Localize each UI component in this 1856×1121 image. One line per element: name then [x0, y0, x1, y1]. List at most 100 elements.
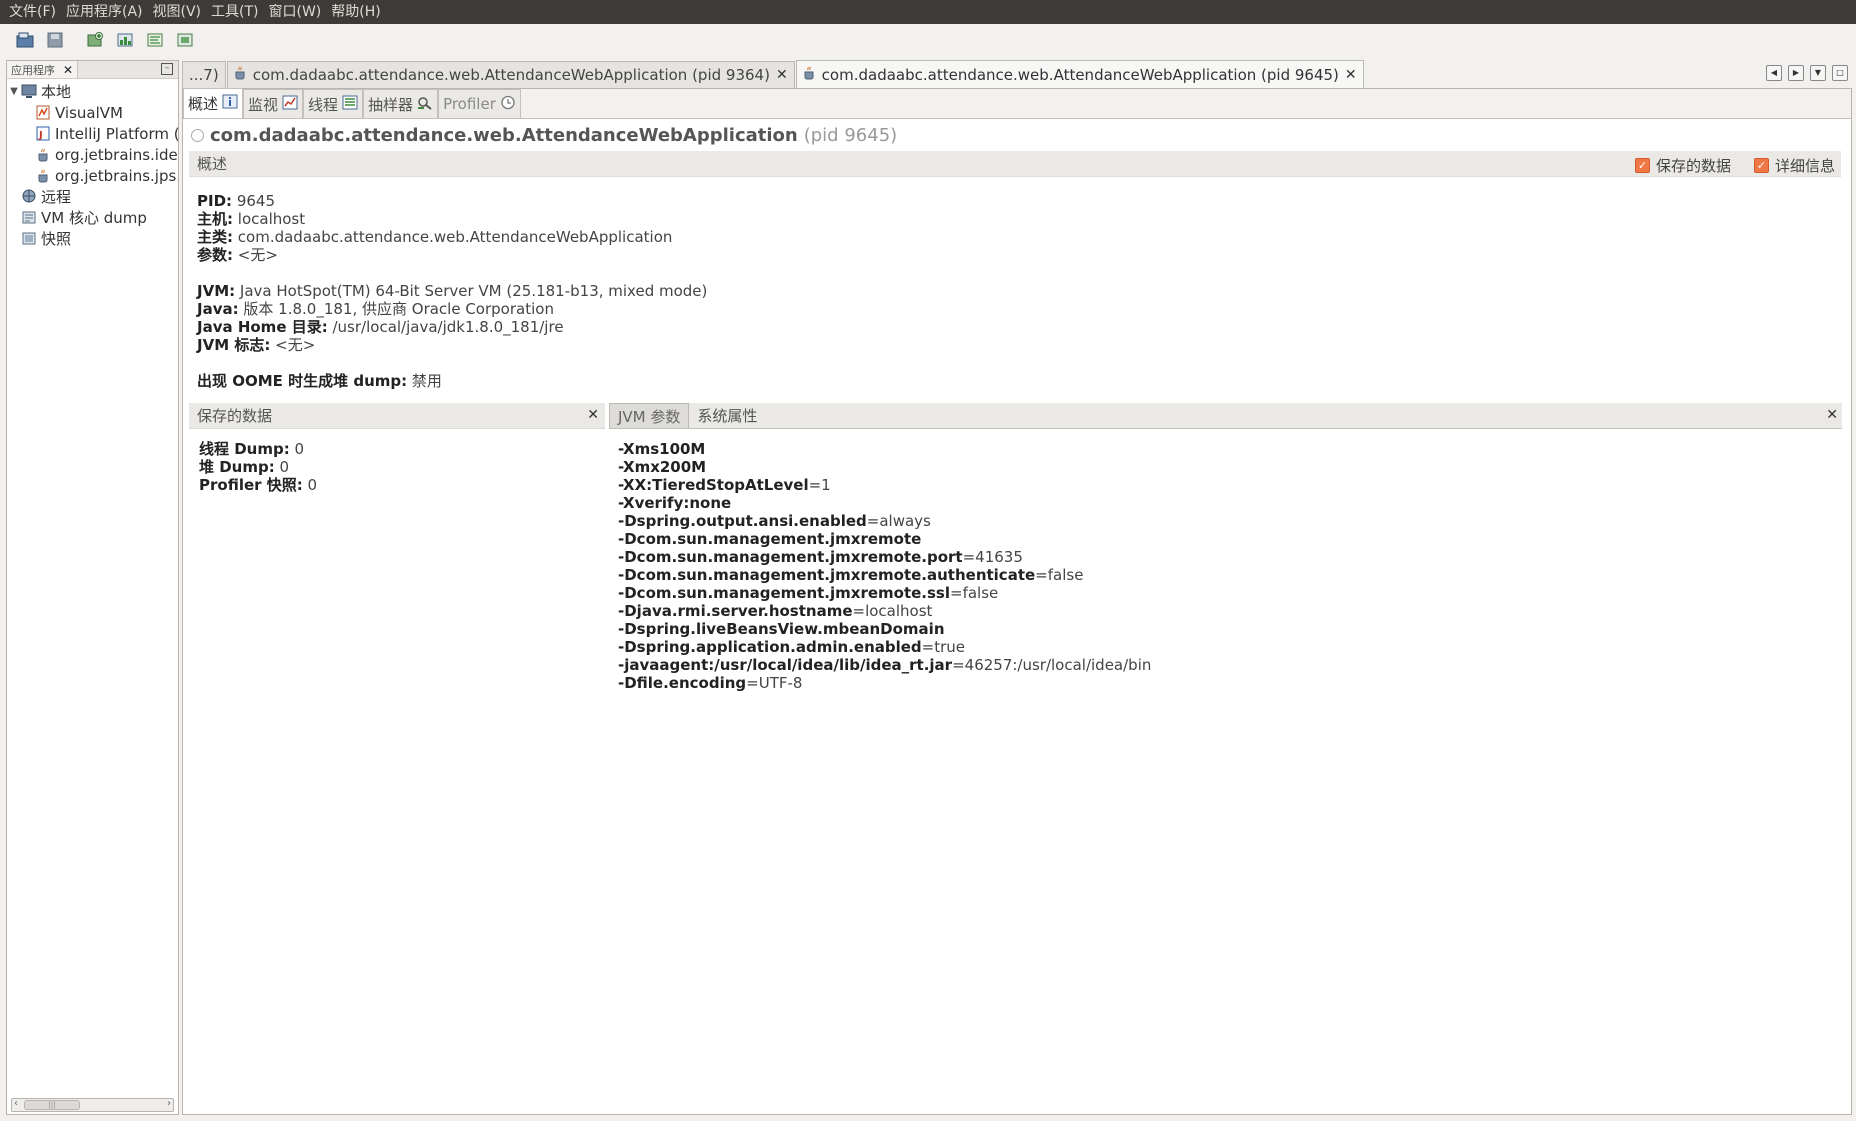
- jvm-arg-key: -Dspring.liveBeansView.mbeanDomain: [618, 620, 945, 638]
- tree-label-snapshots: 快照: [41, 230, 72, 248]
- menu-applications[interactable]: 应用程序(A): [61, 0, 148, 24]
- scroll-tabs-left-icon[interactable]: ◀: [1766, 65, 1782, 81]
- applications-tree: ▼ 本地 VisualVM J IntelliJ Platform ( org.…: [7, 79, 178, 249]
- pid-label: PID:: [197, 192, 233, 210]
- minimize-icon[interactable]: –: [161, 63, 173, 75]
- java-row: Java: 版本 1.8.0_181, 供应商 Oracle Corporati…: [197, 300, 707, 318]
- jvm-arg-row: -XX:TieredStopAtLevel=1: [618, 476, 1151, 494]
- applications-panel-tab[interactable]: 应用程序 ✕: [7, 61, 79, 78]
- close-icon[interactable]: ✕: [776, 67, 788, 83]
- close-icon[interactable]: ✕: [1826, 407, 1838, 423]
- doc-tab-overflow[interactable]: ...7): [182, 61, 226, 88]
- java-value: 版本 1.8.0_181, 供应商 Oracle Corporation: [243, 300, 554, 318]
- scroll-left-icon[interactable]: ‹: [14, 1098, 18, 1109]
- profiler-clock-icon: [500, 95, 516, 114]
- app-title: com.dadaabc.attendance.web.AttendanceWeb…: [210, 124, 798, 146]
- jvm-arg-row: -Dcom.sun.management.jmxremote: [618, 530, 1151, 548]
- save-icon[interactable]: [44, 29, 66, 51]
- thread-dump-icon[interactable]: [144, 29, 166, 51]
- scroll-right-icon[interactable]: ›: [167, 1098, 171, 1109]
- details-checkbox[interactable]: ✓ 详细信息: [1753, 155, 1835, 176]
- tree-node-local[interactable]: ▼ 本地: [7, 81, 178, 102]
- tree-node-snapshots[interactable]: 快照: [7, 228, 178, 249]
- tab-overview[interactable]: 概述: [183, 88, 244, 118]
- svg-text:J: J: [38, 130, 43, 141]
- args-value: <无>: [237, 246, 278, 264]
- jvm-arg-value: =true: [921, 638, 966, 656]
- jvm-arg-key: -Xverify:none: [618, 494, 732, 512]
- oome-row: 出现 OOME 时生成堆 dump: 禁用: [197, 372, 707, 390]
- tab-system-properties[interactable]: 系统属性: [689, 403, 765, 428]
- monitor-chart-icon: [282, 95, 298, 114]
- tab-jvm-args[interactable]: JVM 参数: [609, 403, 690, 428]
- tab-profiler[interactable]: Profiler: [438, 89, 521, 118]
- tab-list-dropdown-icon[interactable]: ▼: [1810, 65, 1826, 81]
- close-icon[interactable]: ✕: [1345, 67, 1357, 83]
- open-icon[interactable]: [14, 29, 36, 51]
- scrollbar-thumb[interactable]: |||: [24, 1100, 80, 1110]
- tree-node-visualvm[interactable]: VisualVM: [7, 102, 178, 123]
- jvm-arg-key: -Dcom.sun.management.jmxremote.port: [618, 548, 963, 566]
- jvm-arg-value: =41635: [962, 548, 1023, 566]
- doc-tab-pid-9364[interactable]: com.dadaabc.attendance.web.AttendanceWeb…: [226, 61, 795, 88]
- tab-system-properties-label: 系统属性: [697, 407, 758, 425]
- add-jmx-icon[interactable]: [84, 29, 106, 51]
- main-class-row: 主类: com.dadaabc.attendance.web.Attendanc…: [197, 228, 707, 246]
- jvm-arg-row: -Xmx200M: [618, 458, 1151, 476]
- remote-host-icon: [21, 189, 37, 205]
- jvm-value: Java HotSpot(TM) 64-Bit Server VM (25.18…: [239, 282, 708, 300]
- overview-info: PID: 9645 主机: localhost 主类: com.dadaabc.…: [197, 192, 707, 390]
- tab-overview-label: 概述: [188, 95, 219, 113]
- tree-label-visualvm: VisualVM: [55, 103, 123, 122]
- menu-view[interactable]: 视图(V): [148, 0, 207, 24]
- jvm-arg-key: -Xms100M: [618, 440, 706, 458]
- overview-section-title: 概述: [197, 155, 228, 173]
- menu-help[interactable]: 帮助(H): [326, 0, 385, 24]
- tab-sampler[interactable]: 抽样器: [363, 89, 439, 118]
- jvm-arg-key: -Dcom.sun.management.jmxremote: [618, 530, 922, 548]
- toolbar: [0, 24, 1856, 56]
- threads-icon: [342, 95, 358, 114]
- maximize-icon[interactable]: □: [1832, 65, 1848, 81]
- thread-dump-row: 线程 Dump: 0: [199, 440, 317, 458]
- jvm-arg-row: -Dspring.application.admin.enabled=true: [618, 638, 1151, 656]
- tab-monitor[interactable]: 监视: [243, 89, 304, 118]
- tree-node-remote[interactable]: 远程: [7, 186, 178, 207]
- oome-label: 出现 OOME 时生成堆 dump:: [197, 372, 408, 390]
- visualvm-icon: [35, 105, 51, 121]
- snapshot-icon[interactable]: [174, 29, 196, 51]
- doc-tab-overflow-label: ...7): [189, 66, 219, 84]
- menu-window[interactable]: 窗口(W): [264, 0, 327, 24]
- horizontal-scrollbar[interactable]: ‹ ||| ›: [11, 1098, 174, 1112]
- heap-dump-label: 堆 Dump:: [199, 458, 275, 476]
- jvm-arg-value: =localhost: [852, 602, 933, 620]
- applications-panel-title: 应用程序: [11, 63, 55, 77]
- jvm-arg-key: -Xmx200M: [618, 458, 707, 476]
- tree-node-jetbrains-idea[interactable]: org.jetbrains.idea: [7, 144, 178, 165]
- doc-tab-pid-9645[interactable]: com.dadaabc.attendance.web.AttendanceWeb…: [795, 60, 1364, 88]
- jvm-arg-row: -Dcom.sun.management.jmxremote.authentic…: [618, 566, 1151, 584]
- tree-node-vm-core-dump[interactable]: VM 核心 dump: [7, 207, 178, 228]
- tab-threads-label: 线程: [308, 95, 339, 114]
- expand-arrow-icon[interactable]: ▼: [7, 86, 21, 97]
- saved-data-checkbox[interactable]: ✓ 保存的数据: [1634, 155, 1731, 176]
- checkbox-checked-icon[interactable]: ✓: [1634, 158, 1650, 173]
- thread-dump-label: 线程 Dump:: [199, 440, 290, 458]
- checkbox-checked-icon[interactable]: ✓: [1753, 158, 1769, 173]
- scroll-tabs-right-icon[interactable]: ▶: [1788, 65, 1804, 81]
- main-class-label: 主类:: [197, 228, 233, 246]
- tree-node-jetbrains-jps[interactable]: org.jetbrains.jps.c: [7, 165, 178, 186]
- jvm-arg-value: =1: [808, 476, 831, 494]
- menu-tools[interactable]: 工具(T): [206, 0, 263, 24]
- tab-threads[interactable]: 线程: [303, 89, 364, 118]
- menu-file[interactable]: 文件(F): [4, 0, 61, 24]
- overview-section-header: 概述 ✓ 保存的数据 ✓ 详细信息: [189, 151, 1841, 177]
- close-icon[interactable]: ✕: [63, 63, 73, 77]
- jvm-flags-value: <无>: [275, 336, 316, 354]
- close-icon[interactable]: ✕: [587, 407, 599, 423]
- intellij-icon: J: [35, 126, 51, 142]
- tree-node-intellij[interactable]: J IntelliJ Platform (: [7, 123, 178, 144]
- heap-dump-icon[interactable]: [114, 29, 136, 51]
- oome-value: 禁用: [411, 372, 442, 390]
- saved-data-panel-header: 保存的数据 ✕: [189, 403, 605, 429]
